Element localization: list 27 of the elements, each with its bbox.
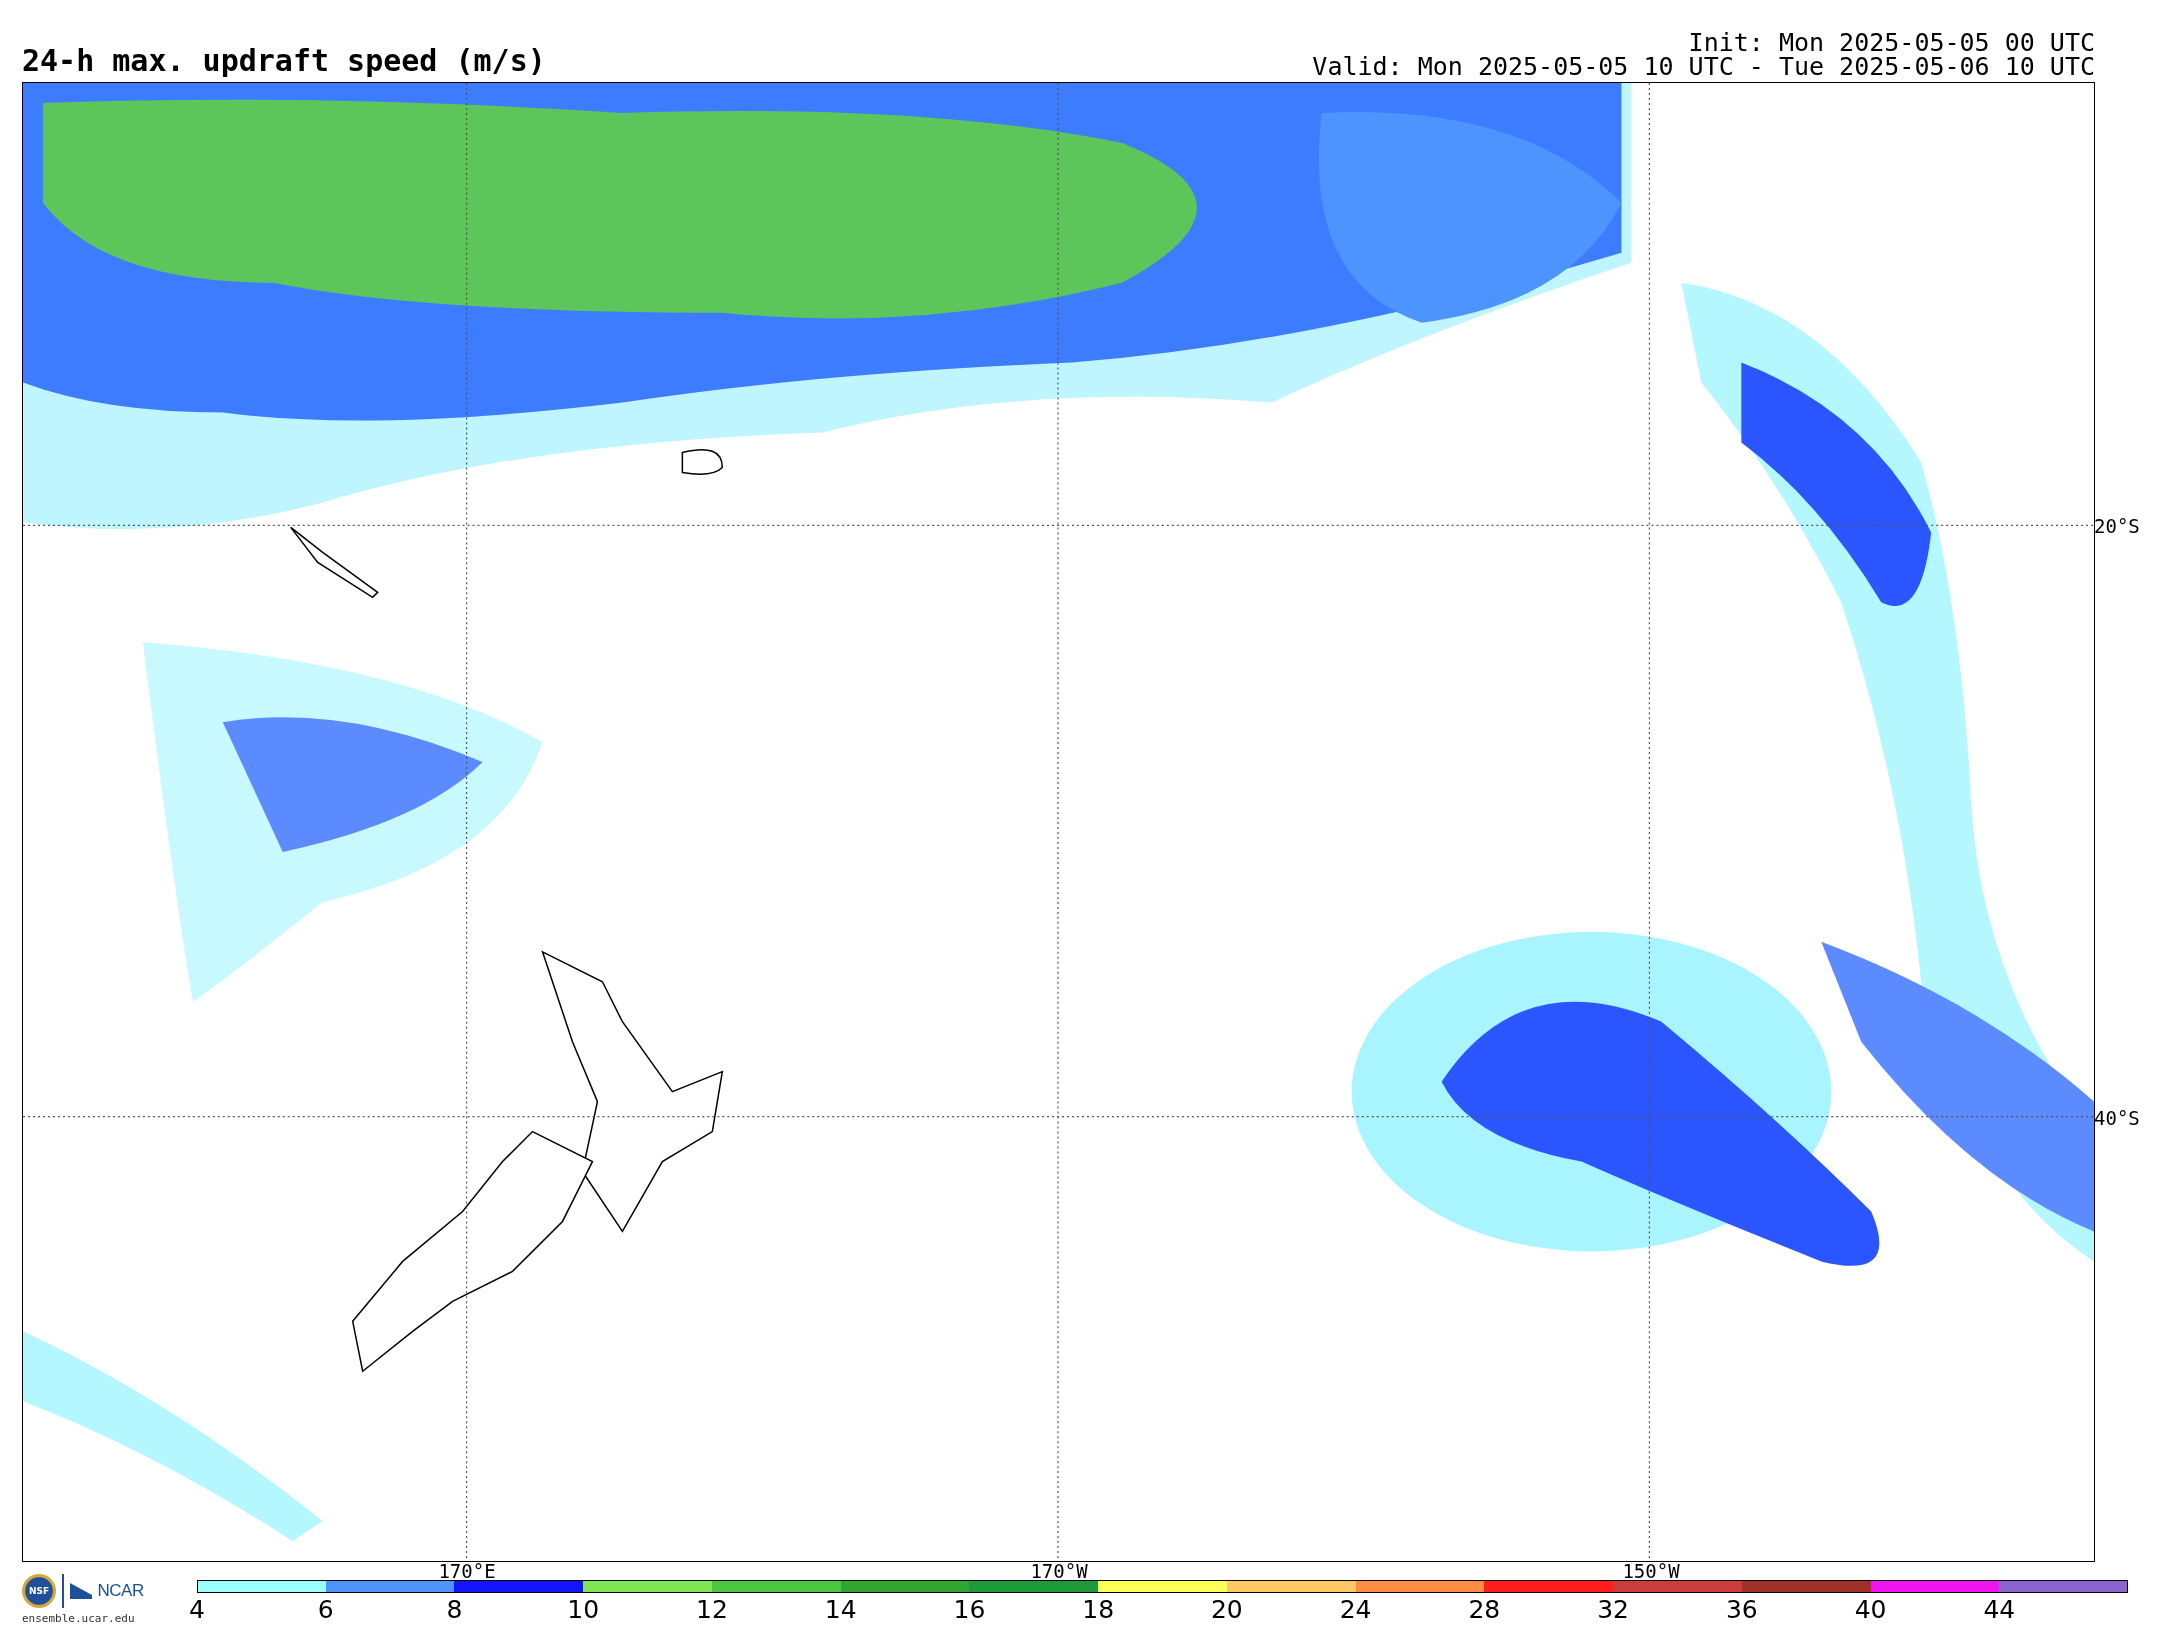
- ncar-logo-text: NCAR: [97, 1581, 144, 1601]
- site-url: ensemble.ucar.edu: [22, 1612, 135, 1625]
- colorbar-label: 36: [1725, 1597, 1758, 1622]
- colorbar-label: 12: [696, 1597, 728, 1622]
- colorbar-label: 24: [1339, 1597, 1372, 1622]
- colorbar-label: 28: [1468, 1597, 1501, 1622]
- nsf-logo: NSF: [22, 1574, 56, 1608]
- colorbar-label: 16: [953, 1597, 986, 1622]
- init-time: Init: Mon 2025-05-05 00 UTC: [1688, 31, 2095, 55]
- longitude-label: 150°W: [1622, 1562, 1680, 1581]
- longitude-label: 170°W: [1030, 1562, 1088, 1581]
- colorbar-label: 14: [824, 1597, 857, 1622]
- colorbar-label: 18: [1082, 1597, 1115, 1622]
- colorbar-label: 44: [1983, 1597, 2016, 1622]
- longitude-label: 170°E: [438, 1562, 496, 1581]
- chart-title: 24-h max. updraft speed (m/s): [22, 46, 546, 80]
- colorbar-label: 6: [317, 1597, 334, 1622]
- valid-period: Valid: Mon 2025-05-05 10 UTC - Tue 2025-05-06 10 UTC: [1312, 55, 2095, 79]
- colorbar-label: 10: [567, 1597, 600, 1622]
- ncar-logo-icon: [69, 1583, 92, 1599]
- latitude-label: 40°S: [2094, 1108, 2140, 1128]
- colorbar-label: 8: [446, 1597, 463, 1622]
- colorbar-label: 20: [1210, 1597, 1243, 1622]
- colorbar-label: 32: [1597, 1597, 1629, 1622]
- colorbar-label: 40: [1854, 1597, 1887, 1622]
- latitude-label: 20°S: [2094, 516, 2140, 536]
- colorbar-label: 4: [189, 1597, 205, 1622]
